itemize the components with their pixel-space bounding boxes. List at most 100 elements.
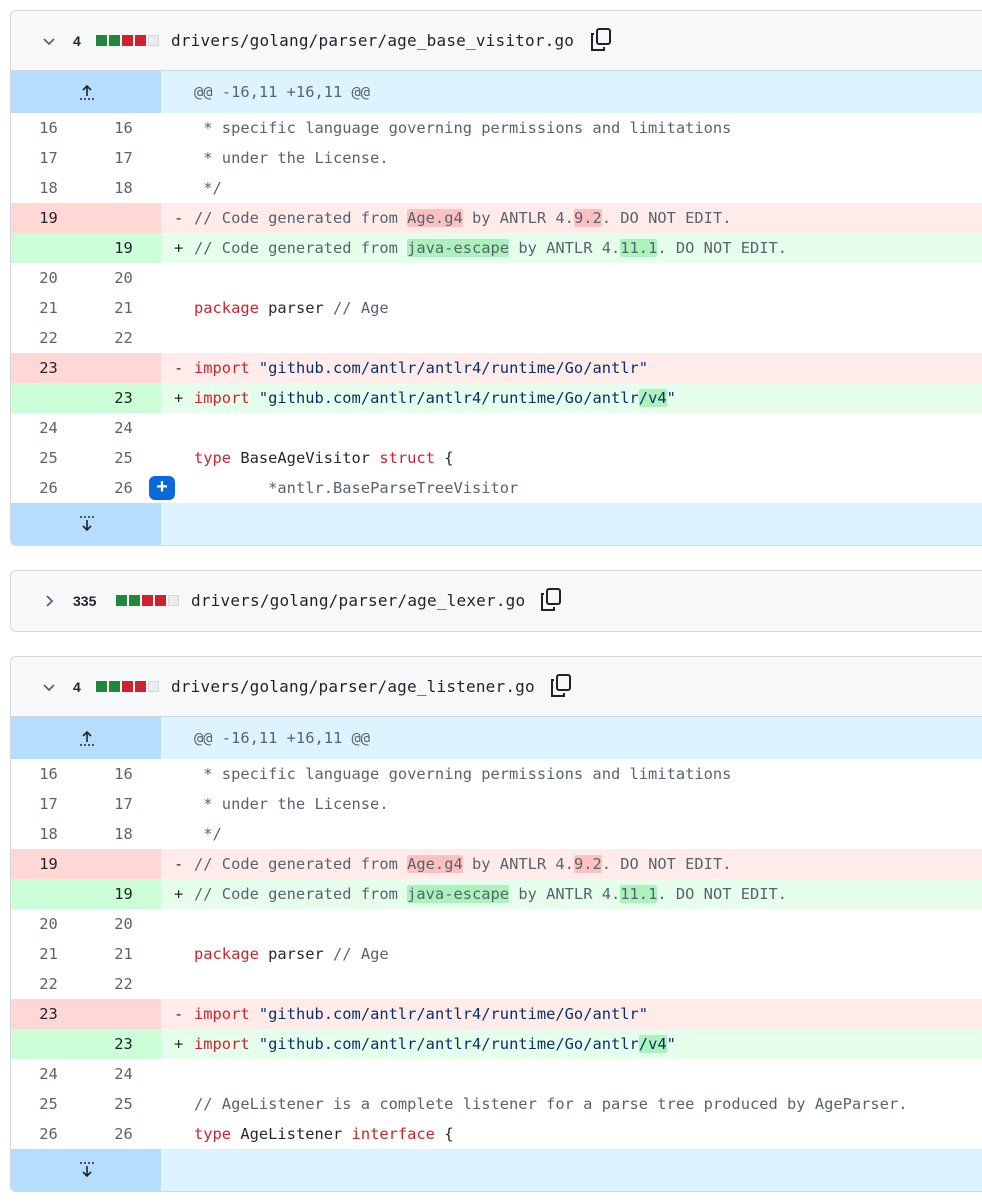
expand-up-button[interactable]	[11, 71, 161, 113]
context-line: 18 18 */	[11, 819, 982, 849]
expand-down-button[interactable]	[11, 503, 161, 545]
add-comment-button[interactable]: +	[149, 476, 175, 500]
old-line-number[interactable]	[11, 383, 86, 413]
file-path[interactable]: drivers/golang/parser/age_base_visitor.g…	[171, 30, 574, 52]
new-line-number[interactable]: 24	[86, 413, 161, 443]
old-line-number[interactable]: 26	[11, 1119, 86, 1149]
code-text: */	[194, 825, 222, 843]
old-line-number[interactable]: 20	[11, 909, 86, 939]
old-line-number[interactable]: 20	[11, 263, 86, 293]
old-line-number[interactable]: 25	[11, 443, 86, 473]
expand-down-button[interactable]	[11, 1149, 161, 1191]
line-code: -// Code generated from Age.g4 by ANTLR …	[161, 203, 982, 233]
new-line-number[interactable]: 17	[86, 789, 161, 819]
new-line-number[interactable]: 23	[86, 383, 161, 413]
old-line-number[interactable]: 24	[11, 413, 86, 443]
line-code: */	[161, 819, 982, 849]
code-text: * specific language governing permission…	[194, 765, 732, 783]
copy-icon[interactable]	[589, 27, 613, 53]
new-line-number[interactable]: 25	[86, 443, 161, 473]
line-code: package parser // Age	[161, 939, 982, 969]
old-line-number[interactable]: 25	[11, 1089, 86, 1119]
chevron-right-icon[interactable]	[41, 593, 57, 609]
code-text: type AgeListener interface {	[194, 1125, 454, 1143]
new-line-number[interactable]	[86, 203, 161, 233]
new-line-number[interactable]: 26	[86, 1119, 161, 1149]
new-line-number[interactable]: 20	[86, 909, 161, 939]
file-path[interactable]: drivers/golang/parser/age_lexer.go	[191, 590, 525, 612]
diffstat-removed	[122, 681, 133, 692]
copy-icon[interactable]	[549, 673, 573, 699]
line-code: * under the License.	[161, 143, 982, 173]
chevron-down-icon[interactable]	[41, 33, 57, 49]
deleted-line: 19 -// Code generated from Age.g4 by ANTL…	[11, 203, 982, 233]
new-line-number[interactable]: 20	[86, 263, 161, 293]
new-line-number[interactable]: 17	[86, 143, 161, 173]
line-code: + import "github.com/antlr/antlr4/runtime…	[161, 383, 982, 413]
new-line-number[interactable]: 25	[86, 1089, 161, 1119]
old-line-number[interactable]: 22	[11, 969, 86, 999]
new-line-number[interactable]: 22	[86, 969, 161, 999]
old-line-number[interactable]: 19	[11, 849, 86, 879]
old-line-number[interactable]: 19	[11, 203, 86, 233]
line-code	[161, 323, 982, 353]
old-line-number[interactable]: 16	[11, 113, 86, 143]
new-line-number[interactable]: 18	[86, 819, 161, 849]
context-line: 21 21 package parser // Age	[11, 293, 982, 323]
new-line-number[interactable]: 23	[86, 1029, 161, 1059]
new-line-number[interactable]	[86, 353, 161, 383]
old-line-number[interactable]: 24	[11, 1059, 86, 1089]
expand-up-icon	[80, 730, 94, 746]
context-line: 24 24	[11, 1059, 982, 1089]
code-text: import "github.com/antlr/antlr4/runtime/…	[194, 389, 676, 407]
new-line-number[interactable]: 21	[86, 939, 161, 969]
minus-marker: -	[174, 209, 184, 227]
file-header: 335 drivers/golang/parser/age_lexer.go	[11, 571, 982, 631]
new-line-number[interactable]: 22	[86, 323, 161, 353]
diffstat-neutral	[168, 595, 179, 606]
old-line-number[interactable]: 23	[11, 353, 86, 383]
file-header: 4 drivers/golang/parser/age_listener.go	[11, 657, 982, 717]
plus-marker: +	[174, 239, 184, 257]
copy-icon[interactable]	[539, 587, 563, 613]
chevron-down-icon[interactable]	[41, 679, 57, 695]
deleted-line: 19 -// Code generated from Age.g4 by ANTL…	[11, 849, 982, 879]
new-line-number[interactable]: 18	[86, 173, 161, 203]
new-line-number[interactable]: 19	[86, 879, 161, 909]
code-text: // Code generated from java-escape by AN…	[194, 885, 788, 903]
old-line-number[interactable]: 23	[11, 999, 86, 1029]
expand-up-button[interactable]	[11, 717, 161, 759]
old-line-number[interactable]: 18	[11, 819, 86, 849]
file-path[interactable]: drivers/golang/parser/age_listener.go	[171, 676, 535, 698]
code-text: package parser // Age	[194, 945, 389, 963]
plus-marker: +	[174, 885, 184, 903]
old-line-number[interactable]	[11, 1029, 86, 1059]
old-line-number[interactable]: 26	[11, 473, 86, 503]
added-line: 19 + // Code generated from java-escape by…	[11, 233, 982, 263]
expand-down-icon	[80, 516, 94, 532]
old-line-number[interactable]	[11, 879, 86, 909]
new-line-number[interactable]: 21	[86, 293, 161, 323]
old-line-number[interactable]: 17	[11, 143, 86, 173]
old-line-number[interactable]: 22	[11, 323, 86, 353]
old-line-number[interactable]: 21	[11, 939, 86, 969]
code-text: *antlr.BaseParseTreeVisitor	[194, 479, 519, 497]
old-line-number[interactable]: 18	[11, 173, 86, 203]
code-text: * specific language governing permission…	[194, 119, 732, 137]
new-line-number[interactable]	[86, 849, 161, 879]
code-text: package parser // Age	[194, 299, 389, 317]
new-line-number[interactable]: 16	[86, 759, 161, 789]
code-text: import "github.com/antlr/antlr4/runtime/…	[194, 1005, 649, 1023]
code-text: type BaseAgeVisitor struct {	[194, 449, 454, 467]
old-line-number[interactable]	[11, 233, 86, 263]
new-line-number[interactable]: 16	[86, 113, 161, 143]
diffstat-blocks	[116, 595, 179, 606]
old-line-number[interactable]: 16	[11, 759, 86, 789]
old-line-number[interactable]: 21	[11, 293, 86, 323]
new-line-number[interactable]: 24	[86, 1059, 161, 1089]
new-line-number[interactable]: 19	[86, 233, 161, 263]
old-line-number[interactable]: 17	[11, 789, 86, 819]
hunk-header: @@ -16,11 +16,11 @@	[11, 717, 982, 759]
code-text: // Code generated from Age.g4 by ANTLR 4…	[194, 855, 732, 873]
new-line-number[interactable]	[86, 999, 161, 1029]
